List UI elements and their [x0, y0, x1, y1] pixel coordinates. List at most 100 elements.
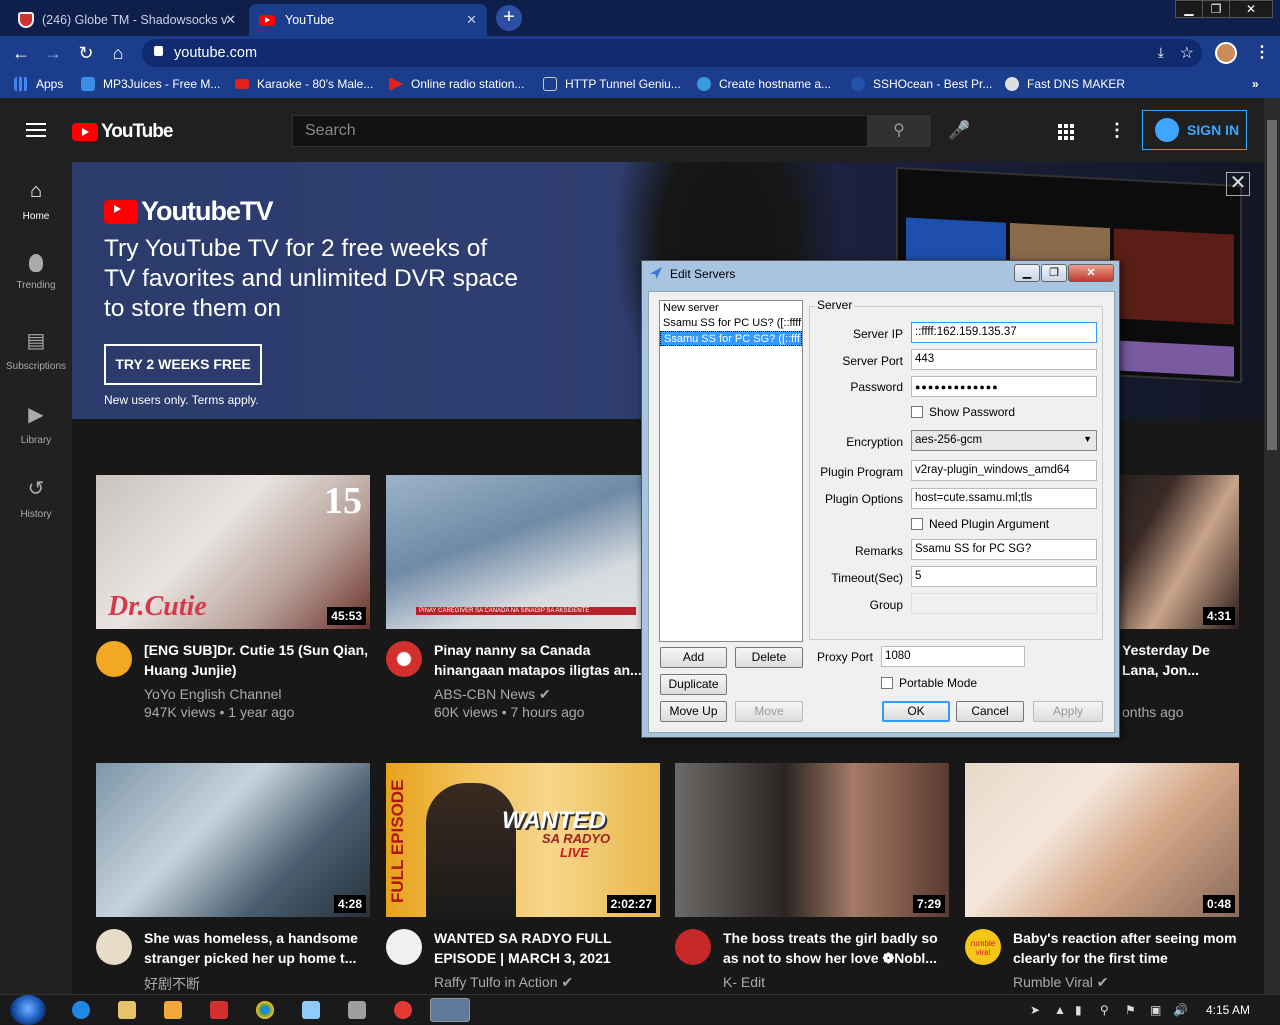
- video-thumbnail[interactable]: 0:48: [965, 763, 1239, 917]
- maximize-window-button[interactable]: ❐: [1202, 0, 1230, 18]
- channel-name[interactable]: Raffy Tulfo in Action ✔: [434, 974, 573, 991]
- bookmark-mp3juices[interactable]: MP3Juices - Free M...: [81, 77, 220, 91]
- video-card[interactable]: 15 Dr.Cutie 45:53 [ENG SUB]Dr. Cutie 15 …: [96, 475, 370, 720]
- video-card[interactable]: 7:29 The boss treats the girl badly so a…: [675, 763, 949, 990]
- add-server-button[interactable]: Add: [660, 647, 727, 668]
- duplicate-server-button[interactable]: Duplicate: [660, 674, 727, 695]
- channel-name[interactable]: 好剧不断: [144, 974, 200, 994]
- bookmark-star-icon[interactable]: ☆: [1180, 43, 1194, 63]
- video-title[interactable]: She was homeless, a handsome stranger pi…: [144, 928, 370, 968]
- dialog-maximize-button[interactable]: ❐: [1041, 264, 1067, 282]
- game-controller-icon[interactable]: [348, 1001, 366, 1019]
- channel-avatar[interactable]: [675, 929, 711, 965]
- usb-icon[interactable]: ⚲: [1100, 1003, 1109, 1017]
- proxy-port-input[interactable]: 1080: [881, 646, 1025, 667]
- video-title[interactable]: Baby's reaction after seeing mom clearly…: [1013, 928, 1239, 968]
- youtube-logo[interactable]: YouTube: [72, 121, 173, 143]
- channel-name[interactable]: ABS-CBN News ✔: [434, 686, 551, 703]
- settings-dots-icon[interactable]: ⋮: [1108, 120, 1126, 141]
- url-text[interactable]: youtube.com: [174, 45, 257, 61]
- cancel-button[interactable]: Cancel: [956, 701, 1024, 722]
- dialog-minimize-button[interactable]: ▁: [1014, 264, 1040, 282]
- channel-name[interactable]: K- Edit: [723, 974, 765, 990]
- plugin-options-input[interactable]: host=cute.ssamu.ml;tls: [911, 488, 1097, 509]
- bookmark-apps[interactable]: Apps: [14, 77, 63, 91]
- internet-explorer-icon[interactable]: [72, 1001, 90, 1019]
- video-thumbnail[interactable]: 15 Dr.Cutie 45:53: [96, 475, 370, 629]
- reload-icon[interactable]: ↻: [75, 43, 97, 64]
- video-thumbnail[interactable]: 4:28: [96, 763, 370, 917]
- guide-item-history[interactable]: ↺ History: [0, 476, 72, 520]
- video-title[interactable]: Pinay nanny sa Canada hinangaan matapos …: [434, 640, 660, 680]
- banner-close-button[interactable]: ✕: [1226, 172, 1250, 196]
- video-card[interactable]: 4:28 She was homeless, a handsome strang…: [96, 763, 370, 992]
- need-plugin-argument-checkbox[interactable]: Need Plugin Argument: [911, 517, 1049, 531]
- dialog-close-button[interactable]: ✕: [1068, 264, 1114, 282]
- show-password-checkbox[interactable]: Show Password: [911, 405, 1015, 419]
- server-list-item[interactable]: New server: [660, 301, 802, 316]
- try-free-button[interactable]: TRY 2 WEEKS FREE: [104, 344, 262, 385]
- timeout-input[interactable]: 5: [911, 566, 1097, 587]
- taskbar-clock[interactable]: 4:15 AM: [1206, 1003, 1250, 1017]
- back-arrow-icon[interactable]: ←: [10, 43, 32, 64]
- server-list-item-selected[interactable]: Ssamu SS for PC SG? ([::fff: [660, 331, 802, 346]
- minimize-window-button[interactable]: ▁: [1175, 0, 1203, 18]
- channel-avatar[interactable]: [386, 641, 422, 677]
- plugin-program-input[interactable]: v2ray-plugin_windows_amd64: [911, 460, 1097, 481]
- bookmark-sshocean[interactable]: SSHOcean - Best Pr...: [851, 77, 992, 91]
- notepad-icon[interactable]: [302, 1001, 320, 1019]
- guide-item-library[interactable]: ▶ Library: [0, 402, 72, 446]
- hamburger-menu-icon[interactable]: [26, 123, 46, 137]
- remarks-input[interactable]: Ssamu SS for PC SG?: [911, 539, 1097, 560]
- apps-grid-icon[interactable]: [1058, 124, 1074, 140]
- channel-avatar[interactable]: [96, 929, 132, 965]
- volume-icon[interactable]: 🔊: [1173, 1003, 1188, 1017]
- encryption-select[interactable]: aes-256-gcm ▼: [911, 430, 1097, 451]
- more-bookmarks-button[interactable]: »: [1252, 77, 1259, 91]
- vivaldi-icon[interactable]: [210, 1001, 228, 1019]
- portable-mode-checkbox[interactable]: Portable Mode: [881, 676, 977, 690]
- channel-name[interactable]: YoYo English Channel: [144, 686, 282, 702]
- install-icon[interactable]: ⤓: [1158, 44, 1164, 61]
- bookmark-fast-dns[interactable]: Fast DNS MAKER: [1005, 77, 1125, 91]
- move-button[interactable]: Move: [735, 701, 803, 722]
- server-list-item[interactable]: Ssamu SS for PC US? ([::ffff: [660, 316, 802, 331]
- tray-overflow-icon[interactable]: ▲: [1054, 1003, 1066, 1017]
- sign-in-button[interactable]: SIGN IN: [1142, 110, 1247, 150]
- network-bars-icon[interactable]: ▮: [1075, 1003, 1082, 1017]
- password-input[interactable]: ●●●●●●●●●●●●●: [911, 376, 1097, 397]
- bookmark-online-radio[interactable]: Online radio station...: [389, 77, 524, 91]
- file-explorer-icon[interactable]: [118, 1001, 136, 1019]
- microphone-icon[interactable]: 🎤: [948, 120, 970, 141]
- network-icon[interactable]: ▣: [1150, 1003, 1161, 1017]
- paper-plane-tray-icon[interactable]: ➤: [1030, 1003, 1040, 1017]
- search-button[interactable]: ⚲: [867, 115, 931, 147]
- bookmark-http-tunnel[interactable]: HTTP Tunnel Geniu...: [543, 77, 681, 91]
- tab-shadowsocks[interactable]: (246) Globe TM - Shadowsocks v ✕: [8, 4, 246, 36]
- video-card[interactable]: FULL EPISODE WANTED SA RADYO LIVE 2:02:2…: [386, 763, 660, 990]
- media-player-icon[interactable]: [164, 1001, 182, 1019]
- bookmark-create-hostname[interactable]: Create hostname a...: [697, 77, 831, 91]
- bookmark-karaoke[interactable]: Karaoke - 80's Male...: [235, 77, 373, 91]
- start-button[interactable]: [10, 995, 46, 1025]
- scrollbar-thumb[interactable]: [1267, 120, 1277, 450]
- video-title[interactable]: WANTED SA RADYO FULL EPISODE | MARCH 3, …: [434, 928, 660, 968]
- app-icon[interactable]: [394, 1001, 412, 1019]
- video-thumbnail[interactable]: FULL EPISODE WANTED SA RADYO LIVE 2:02:2…: [386, 763, 660, 917]
- shadowsocks-taskbar-icon[interactable]: [430, 998, 470, 1022]
- tab-youtube[interactable]: YouTube ✕: [249, 4, 487, 36]
- forward-arrow-icon[interactable]: →: [42, 43, 64, 64]
- video-title[interactable]: [ENG SUB]Dr. Cutie 15 (Sun Qian, Huang J…: [144, 640, 370, 680]
- tab-close-icon[interactable]: ✕: [225, 12, 236, 28]
- tab-close-icon[interactable]: ✕: [466, 12, 477, 28]
- channel-avatar[interactable]: rumble viral: [965, 929, 1001, 965]
- chrome-icon[interactable]: [256, 1001, 274, 1019]
- channel-avatar[interactable]: [386, 929, 422, 965]
- channel-name[interactable]: Rumble Viral ✔: [1013, 974, 1109, 991]
- guide-item-home[interactable]: ⌂ Home: [0, 180, 72, 222]
- group-input[interactable]: [911, 593, 1097, 614]
- server-port-input[interactable]: 443: [911, 349, 1097, 370]
- close-window-button[interactable]: ✕: [1229, 0, 1273, 18]
- profile-avatar[interactable]: [1215, 42, 1237, 64]
- guide-item-trending[interactable]: Trending: [0, 254, 72, 291]
